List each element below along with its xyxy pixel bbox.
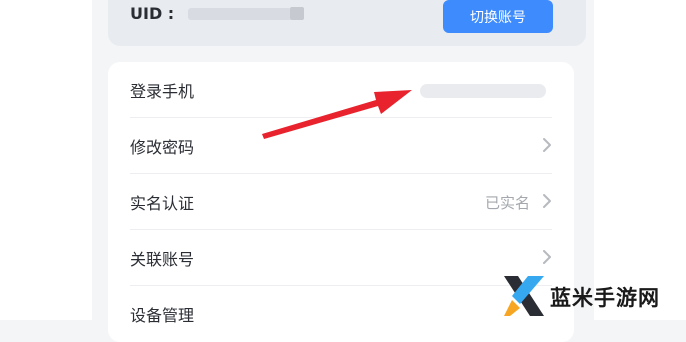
watermark: 蓝米手游网: [496, 270, 686, 320]
row-change-password[interactable]: 修改密码: [108, 118, 574, 174]
uid-value-masked-end: [290, 7, 304, 20]
row-label: 关联账号: [130, 250, 195, 269]
row-real-name-verification[interactable]: 实名认证 已实名: [108, 174, 574, 230]
uid-value-masked: [188, 8, 292, 20]
chevron-right-icon: [543, 250, 551, 264]
left-background: [0, 0, 92, 320]
chevron-right-icon: [543, 138, 551, 152]
verification-status: 已实名: [484, 194, 530, 212]
row-label: 设备管理: [130, 306, 195, 325]
uid-card: UID : 切换账号: [108, 0, 586, 46]
row-label: 登录手机: [130, 82, 195, 101]
uid-label: UID :: [130, 4, 175, 23]
row-label: 实名认证: [130, 194, 195, 213]
row-label: 修改密码: [130, 138, 195, 157]
switch-account-button[interactable]: 切换账号: [443, 0, 553, 33]
watermark-text: 蓝米手游网: [550, 286, 660, 310]
phone-number-masked: [420, 84, 546, 98]
row-login-phone[interactable]: 登录手机: [108, 62, 574, 118]
chevron-right-icon: [543, 194, 551, 208]
lanmi-logo-icon: [504, 276, 544, 316]
